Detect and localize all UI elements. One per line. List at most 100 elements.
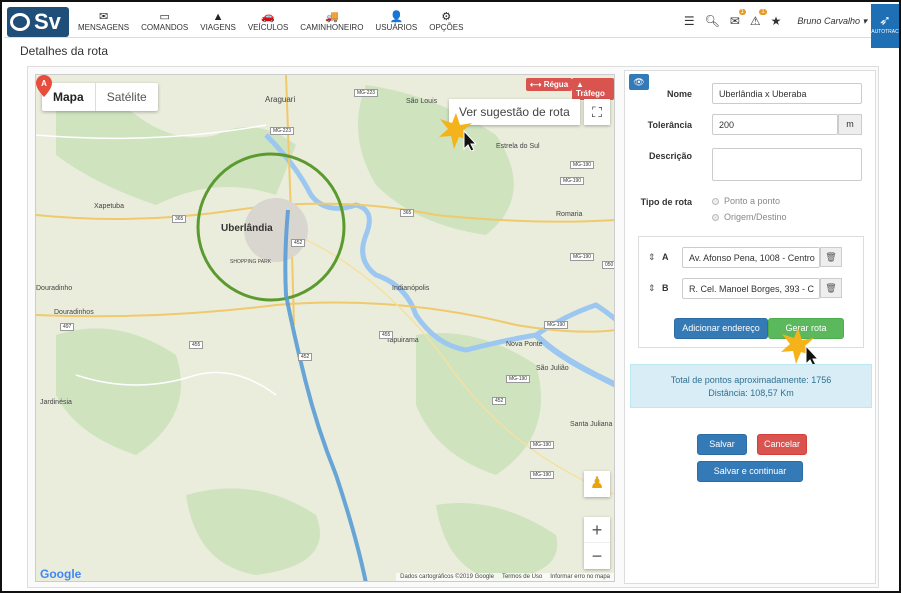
drag-handle-icon[interactable]: ⇕ (648, 283, 656, 294)
road-shield: 365 (400, 209, 415, 217)
messages-badge: 1 (738, 9, 746, 15)
alerts-tool[interactable]: ⚠ 1 (749, 9, 767, 28)
drag-handle-icon[interactable]: ⇕ (648, 252, 656, 263)
name-label: Nome (666, 89, 692, 99)
cogs-icon: ⚙ (441, 10, 452, 23)
list-icon[interactable]: ☰ (684, 14, 695, 28)
traffic-button[interactable]: ▲ Tráfego (572, 78, 614, 100)
marker-pin-icon[interactable]: A (36, 75, 52, 97)
nav-label: MENSAGENS (78, 22, 130, 32)
radio-icon (712, 197, 719, 205)
waypoint-b-field[interactable]: R. Cel. Manoel Borges, 393 - C (682, 278, 820, 299)
nav-label: COMANDOS (141, 22, 189, 32)
tolerance-field[interactable]: 200 (712, 114, 838, 135)
add-address-button[interactable]: Adicionar endereço (674, 318, 768, 339)
distance-text: Distância: 108,57 Km (708, 388, 794, 398)
zoom-in-icon[interactable]: + (584, 517, 610, 543)
road-shield: MG-190 (570, 161, 595, 169)
nav-item-comandos[interactable]: ▭ COMANDOS (135, 4, 194, 38)
user-menu[interactable]: Bruno Carvalho ▾ (797, 16, 867, 27)
pegman-icon[interactable]: ♟ (584, 471, 610, 497)
main-nav: ✉ MENSAGENS ▭ COMANDOS ▲ VIAGENS 🚗 VEÍCU… (72, 4, 469, 38)
zoom-control: + − (584, 517, 610, 569)
caret-down-icon: ▼ (60, 30, 68, 39)
report-error-link[interactable]: Informar erro no mapa (550, 574, 610, 580)
road-shield: 455 (379, 331, 394, 339)
top-navbar: Sv ▼ ✉ MENSAGENS ▭ COMANDOS ▲ VIAGENS 🚗 … (4, 4, 899, 48)
road-shield: 452 (291, 239, 306, 247)
truck-icon: 🚚 (325, 10, 339, 23)
star-icon[interactable]: ★ (771, 14, 782, 28)
laptop-icon: ▭ (159, 10, 170, 23)
road-shield: 452 (298, 353, 313, 361)
car-icon: 🚗 (261, 10, 275, 23)
radio-checked-icon (712, 213, 719, 221)
alerts-badge: 1 (759, 9, 767, 15)
radio-label: Origem/Destino (724, 212, 787, 222)
map-type-control: Mapa Satélite (42, 83, 158, 111)
map-canvas[interactable]: Mapa Satélite ⟷ Régua ▲ Tráfego Ver suge… (35, 74, 615, 582)
tab-satellite[interactable]: Satélite (96, 83, 158, 111)
waypoint-letter: B (662, 283, 669, 293)
google-logo: Google (40, 567, 82, 581)
route-type-point-to-point[interactable]: Ponto a ponto (712, 196, 780, 206)
waypoint-a-field[interactable]: Av. Afonso Pena, 1008 - Centro (682, 247, 820, 268)
city-label: São Julião (536, 365, 569, 372)
logo-ring-icon (10, 13, 30, 31)
city-label: Romaria (556, 211, 583, 218)
nav-item-veiculos[interactable]: 🚗 VEÍCULOS (242, 4, 294, 38)
nav-item-opcoes[interactable]: ⚙ OPÇÕES (423, 4, 469, 38)
nav-item-caminhoneiro[interactable]: 🚚 CAMINHONEIRO (294, 4, 369, 38)
road-shield: 455 (189, 341, 204, 349)
city-label: Jardinésia (40, 399, 72, 406)
tolerance-label: Tolerância (647, 120, 692, 130)
nav-label: VEÍCULOS (247, 22, 289, 32)
road-shield: MG-223 (270, 127, 295, 135)
points-text: Total de pontos aproximadamente: 1756 (670, 375, 832, 385)
city-label: Xapetuba (94, 203, 124, 210)
route-summary: Total de pontos aproximadamente: 1756 Di… (630, 364, 872, 408)
description-field[interactable] (712, 148, 862, 181)
map-attribution: Dados cartográficos ©2019 Google Termos … (396, 573, 614, 581)
fullscreen-icon[interactable]: ⛶ (584, 99, 610, 125)
road-shield: MG-190 (530, 471, 555, 479)
app-logo[interactable]: Sv ▼ (7, 7, 69, 39)
nav-item-mensagens[interactable]: ✉ MENSAGENS (72, 4, 135, 38)
radio-label: Ponto a ponto (724, 196, 781, 206)
page-title: Detalhes da rota (20, 44, 109, 58)
logo-text: Sv (34, 9, 61, 34)
road-shield: 497 (60, 323, 75, 331)
nav-label: CAMINHONEIRO (300, 22, 364, 32)
road-shield: MG-190 (530, 441, 555, 449)
trash-icon[interactable]: 🗑 (820, 278, 842, 298)
trash-icon[interactable]: 🗑 (820, 247, 842, 267)
user-name: Bruno Carvalho (797, 15, 860, 26)
description-label: Descrição (648, 151, 692, 161)
corner-logo-text: AUTOTRAC (871, 29, 899, 35)
messages-tool[interactable]: ✉ 1 (730, 9, 746, 28)
city-label: Douradinhos (54, 309, 94, 316)
zoom-out-icon[interactable]: − (584, 543, 610, 569)
terms-link[interactable]: Termos de Uso (502, 574, 542, 580)
road-icon: ▲ (576, 80, 584, 89)
eye-icon[interactable]: 👁 (629, 74, 649, 90)
search-icon[interactable]: 🔍︎ (705, 14, 720, 28)
road-shield: 452 (492, 397, 507, 405)
save-continue-button[interactable]: Salvar e continuar (697, 461, 803, 482)
road-shield: 050 (602, 261, 614, 269)
nav-item-usuarios[interactable]: 👤 USUÁRIOS (369, 4, 423, 38)
save-button[interactable]: Salvar (697, 434, 747, 455)
warning-icon: ⚠ (749, 14, 761, 28)
envelope-icon: ✉ (98, 10, 109, 23)
bird-logo-icon: ➶ (879, 12, 891, 28)
city-label: SHOPPING PARK (230, 259, 272, 265)
cancel-button[interactable]: Cancelar (757, 434, 807, 455)
header-tools: ☰ 🔍︎ ✉ 1 ⚠ 1 ★ Bruno Carvalho ▾ (684, 4, 867, 38)
city-label: Estrela do Sul (496, 143, 540, 150)
ruler-button[interactable]: ⟷ Régua (526, 78, 573, 91)
user-icon: 👤 (389, 10, 404, 23)
nav-item-viagens[interactable]: ▲ VIAGENS (194, 4, 242, 38)
name-field[interactable]: Uberlândia x Uberaba (712, 83, 862, 104)
route-type-origin-destination[interactable]: Origem/Destino (712, 212, 787, 222)
road-icon: ▲ (212, 10, 224, 23)
